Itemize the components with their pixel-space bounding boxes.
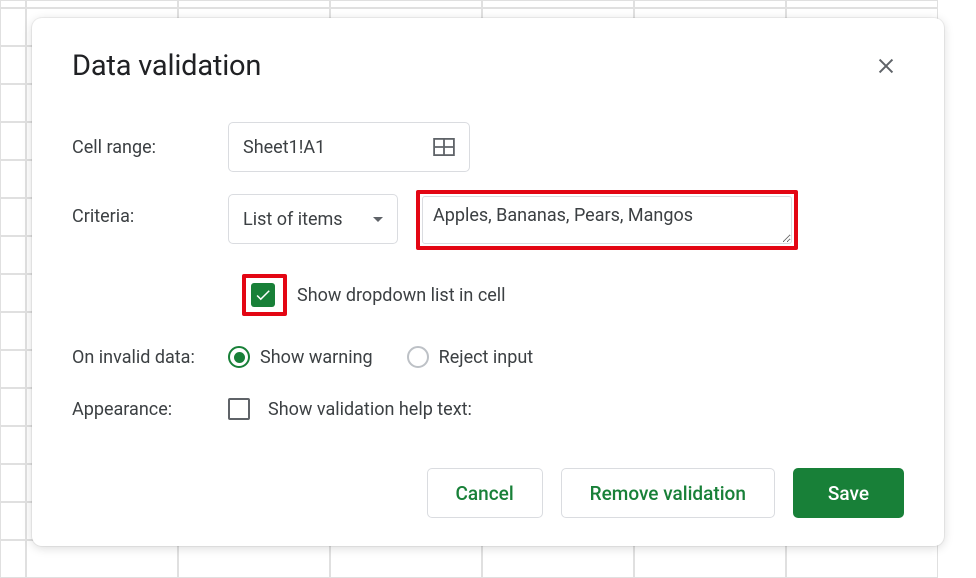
reject-input-label: Reject input [439, 347, 534, 368]
appearance-checkbox[interactable] [228, 398, 250, 420]
checkbox-highlight [242, 274, 287, 316]
show-warning-label: Show warning [260, 347, 373, 368]
chevron-down-icon [373, 217, 383, 222]
cell-range-value: Sheet1!A1 [243, 137, 325, 158]
show-dropdown-label: Show dropdown list in cell [297, 285, 506, 306]
show-dropdown-row: Show dropdown list in cell [242, 274, 904, 316]
cancel-button[interactable]: Cancel [427, 468, 543, 518]
cell-range-label: Cell range: [72, 137, 228, 158]
criteria-select[interactable]: List of items [228, 194, 398, 244]
criteria-items-input[interactable] [422, 196, 792, 244]
invalid-data-row: On invalid data: Show warning Reject inp… [72, 346, 904, 368]
remove-validation-button[interactable]: Remove validation [561, 468, 775, 518]
save-button[interactable]: Save [793, 468, 904, 518]
radio-unselected-icon [407, 346, 429, 368]
show-dropdown-checkbox[interactable] [251, 283, 275, 307]
criteria-row: Criteria: List of items [72, 194, 904, 254]
criteria-selected-value: List of items [243, 209, 343, 230]
dialog-title: Data validation [72, 49, 261, 83]
invalid-data-label: On invalid data: [72, 347, 228, 368]
appearance-label: Appearance: [72, 399, 228, 420]
cell-range-input[interactable]: Sheet1!A1 [228, 122, 470, 172]
invalid-data-radio-group: Show warning Reject input [228, 346, 553, 368]
dialog-header: Data validation [72, 48, 904, 84]
check-icon [254, 286, 272, 304]
criteria-label: Criteria: [72, 194, 228, 227]
items-field-highlight [416, 190, 798, 250]
data-validation-dialog: Data validation Cell range: Sheet1!A1 Cr… [32, 18, 944, 546]
radio-selected-icon [228, 346, 250, 368]
cell-range-row: Cell range: Sheet1!A1 [72, 122, 904, 172]
close-icon [875, 55, 897, 77]
close-button[interactable] [868, 48, 904, 84]
radio-show-warning[interactable]: Show warning [228, 346, 373, 368]
appearance-option-label: Show validation help text: [268, 399, 472, 420]
dialog-footer: Cancel Remove validation Save [72, 468, 904, 518]
appearance-row: Appearance: Show validation help text: [72, 398, 904, 420]
radio-reject-input[interactable]: Reject input [407, 346, 534, 368]
grid-select-icon [433, 138, 455, 156]
